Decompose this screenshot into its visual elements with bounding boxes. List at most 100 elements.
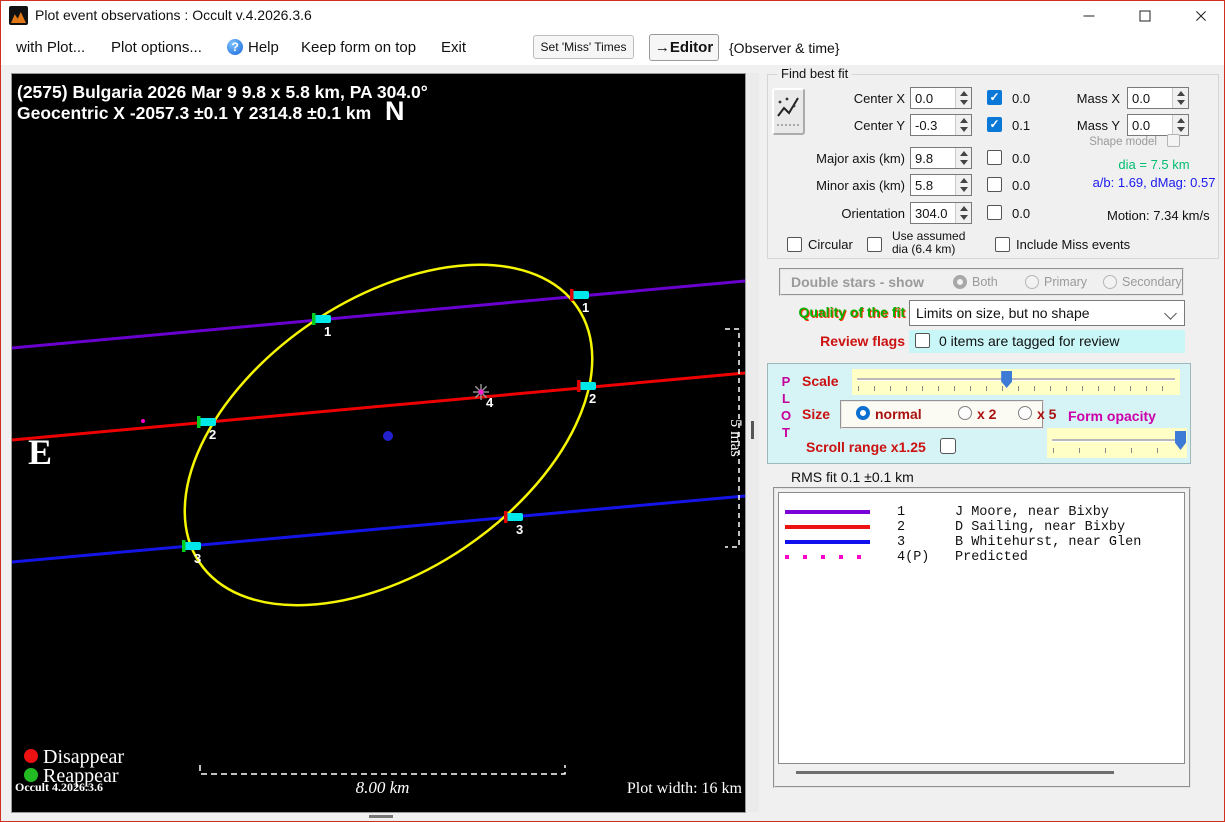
maximize-button[interactable] [1123,1,1167,31]
chord-2 [12,373,745,440]
review-flags-label: Review flags [765,333,905,349]
opacity-slider-track [1052,439,1182,442]
close-button[interactable] [1179,1,1223,31]
plot-horizontal-scrollbar[interactable] [11,813,745,821]
minor-axis-label: Minor axis (km) [816,178,905,193]
circular-checkbox[interactable] [787,237,802,252]
observations-legend-group: 1 J Moore, near Bixby 2 D Sailing, near … [773,487,1191,788]
mass-y-spinner[interactable] [1172,115,1188,135]
disappear-tick [504,511,508,523]
mass-x-field[interactable]: 0.0 [1127,87,1189,109]
size-normal-radio[interactable] [856,406,870,420]
major-axis-label: Major axis (km) [816,151,905,166]
list-item[interactable]: 3 B Whitehurst, near Glen [785,535,1180,550]
orientation-spinner[interactable] [955,203,971,223]
predicted-star [478,389,483,394]
minor-axis-field[interactable]: 5.8 [910,174,972,196]
review-flags-text: 0 items are tagged for review [939,333,1120,349]
reappear-tick [182,540,186,552]
major-axis-field[interactable]: 9.8 [910,147,972,169]
center-y-fix-checkbox[interactable] [987,117,1002,132]
marker-label: 3 [194,551,201,566]
plot-area[interactable]: 1122334(2575) Bulgaria 2026 Mar 9 9.8 x … [11,73,746,813]
size-normal-label: normal [875,406,922,422]
use-assumed-dia-checkbox[interactable] [867,237,882,252]
center-x-label: Center X [854,91,905,106]
double-stars-secondary-radio [1103,275,1117,289]
legend-horizontal-scrollbar[interactable] [778,766,1185,780]
size-x2-radio[interactable] [958,406,972,420]
reappear-tick [197,416,201,428]
mass-x-value: 0.0 [1132,91,1150,106]
event-marker-bar [572,291,589,299]
legend-hscroll-thumb[interactable] [796,771,1114,774]
ellipse-center-dot [383,431,393,441]
observer-name: J Moore, near Bixby [955,505,1109,520]
mass-x-spinner[interactable] [1172,88,1188,108]
chord-3 [12,496,745,562]
help-icon[interactable] [227,39,243,55]
major-axis-fix-checkbox[interactable] [987,150,1002,165]
center-x-spinner[interactable] [955,88,971,108]
list-item[interactable]: 4(P) Predicted [785,550,1180,565]
double-stars-secondary-label: Secondary [1122,275,1182,289]
form-opacity-slider[interactable] [1047,428,1187,458]
event-marker-bar [506,513,523,521]
scroll-range-checkbox[interactable] [940,438,956,454]
scale-slider[interactable] [852,369,1180,395]
minor-axis-spinner[interactable] [955,175,971,195]
mass-y-field[interactable]: 0.0 [1127,114,1189,136]
orientation-field[interactable]: 304.0 [910,202,972,224]
reappear-label: Reappear [43,765,119,787]
plot-vertical-scrollbar[interactable] [746,73,759,812]
event-marker-bar [184,542,201,550]
size-x5-radio[interactable] [1018,406,1032,420]
center-y-spinner[interactable] [955,115,971,135]
center-y-field[interactable]: -0.3 [910,114,972,136]
orientation-value: 304.0 [915,206,948,221]
marker-label: 1 [324,324,331,339]
scroll-range-label: Scroll range x1.25 [806,439,926,455]
marker-label: 1 [582,300,589,315]
menu-with-plot[interactable]: with Plot... [16,39,85,56]
double-stars-group: Double stars - show Both Primary Seconda… [779,268,1184,296]
minor-axis-fix-checkbox[interactable] [987,177,1002,192]
circular-label: Circular [808,237,853,252]
double-stars-primary-radio [1025,275,1039,289]
marker-label: 2 [209,427,216,442]
review-flags-checkbox[interactable] [915,333,930,348]
plot-header-line1: (2575) Bulgaria 2026 Mar 9 9.8 x 5.8 km,… [17,82,428,102]
motion-text: Motion: 7.34 km/s [1107,208,1210,223]
orientation-flag: 0.0 [1012,206,1030,221]
app-icon [9,6,28,25]
double-stars-both-radio [953,275,967,289]
editor-button[interactable]: →Editor [649,34,719,61]
title-bar: Plot event observations : Occult v.4.202… [1,1,1224,31]
list-item[interactable]: 2 D Sailing, near Bixby [785,520,1180,535]
predicted-path-dot [141,419,145,423]
observation-number: 2 [897,520,905,535]
orientation-fix-checkbox[interactable] [987,205,1002,220]
menu-keep-on-top[interactable]: Keep form on top [301,39,416,56]
list-item[interactable]: 1 J Moore, near Bixby [785,505,1180,520]
chord-1-swatch [785,510,870,514]
vscroll-thumb[interactable] [751,421,754,439]
observations-list[interactable]: 1 J Moore, near Bixby 2 D Sailing, near … [778,492,1185,764]
scale-slider-track [857,378,1175,381]
include-miss-checkbox[interactable] [995,237,1010,252]
minimize-button[interactable] [1067,1,1111,31]
form-opacity-label: Form opacity [1068,408,1156,424]
major-axis-spinner[interactable] [955,148,971,168]
menu-plot-options[interactable]: Plot options... [111,39,202,56]
menu-help[interactable]: Help [248,39,279,56]
menu-exit[interactable]: Exit [441,39,466,56]
set-miss-times-button[interactable]: Set 'Miss' Times [533,35,634,59]
center-x-fix-checkbox[interactable] [987,90,1002,105]
quality-of-fit-label: Quality of the fit [765,304,905,320]
center-x-field[interactable]: 0.0 [910,87,972,109]
fit-chart-button[interactable] [772,88,805,135]
hscroll-thumb[interactable] [369,815,393,818]
shape-model-label: Shape model [1089,136,1157,148]
disappear-dot [24,749,38,763]
quality-of-fit-dropdown[interactable]: Limits on size, but no shape [909,300,1185,326]
